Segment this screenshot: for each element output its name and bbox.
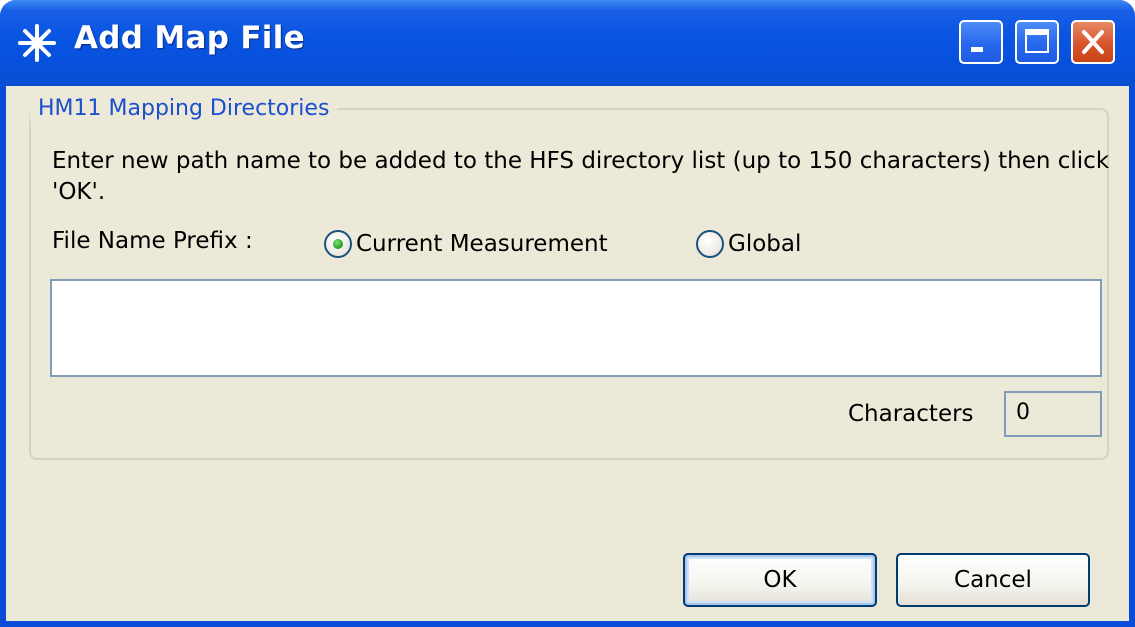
radio-current-measurement[interactable]: Current Measurement xyxy=(324,226,608,262)
maximize-icon xyxy=(1025,29,1049,53)
radio-global[interactable]: Global xyxy=(696,226,801,262)
characters-count: 0 xyxy=(1004,391,1102,437)
cancel-button[interactable]: Cancel xyxy=(896,553,1090,607)
characters-label: Characters xyxy=(848,401,974,427)
dialog-body: HM11 Mapping Directories Enter new path … xyxy=(6,86,1129,621)
ok-button[interactable]: OK xyxy=(683,553,877,607)
dialog-window: Add Map File HM11 Mapping Directories En… xyxy=(0,0,1135,627)
window-title: Add Map File xyxy=(74,20,305,56)
close-button[interactable] xyxy=(1071,20,1115,64)
minimize-button[interactable] xyxy=(959,20,1003,64)
radio-unselected-icon[interactable] xyxy=(696,230,724,258)
radio-label-global: Global xyxy=(728,231,802,257)
close-icon xyxy=(1082,30,1104,54)
asterisk-app-icon xyxy=(18,24,56,62)
group-title: HM11 Mapping Directories xyxy=(30,96,338,121)
file-name-prefix-label: File Name Prefix : xyxy=(52,228,253,254)
instruction-text: Enter new path name to be added to the H… xyxy=(52,148,1110,205)
radio-selected-icon[interactable] xyxy=(324,230,352,258)
path-name-input[interactable] xyxy=(50,279,1102,377)
maximize-button[interactable] xyxy=(1015,20,1059,64)
radio-label-current-measurement: Current Measurement xyxy=(356,231,608,257)
minimize-icon xyxy=(971,47,983,52)
title-bar[interactable]: Add Map File xyxy=(0,0,1135,86)
